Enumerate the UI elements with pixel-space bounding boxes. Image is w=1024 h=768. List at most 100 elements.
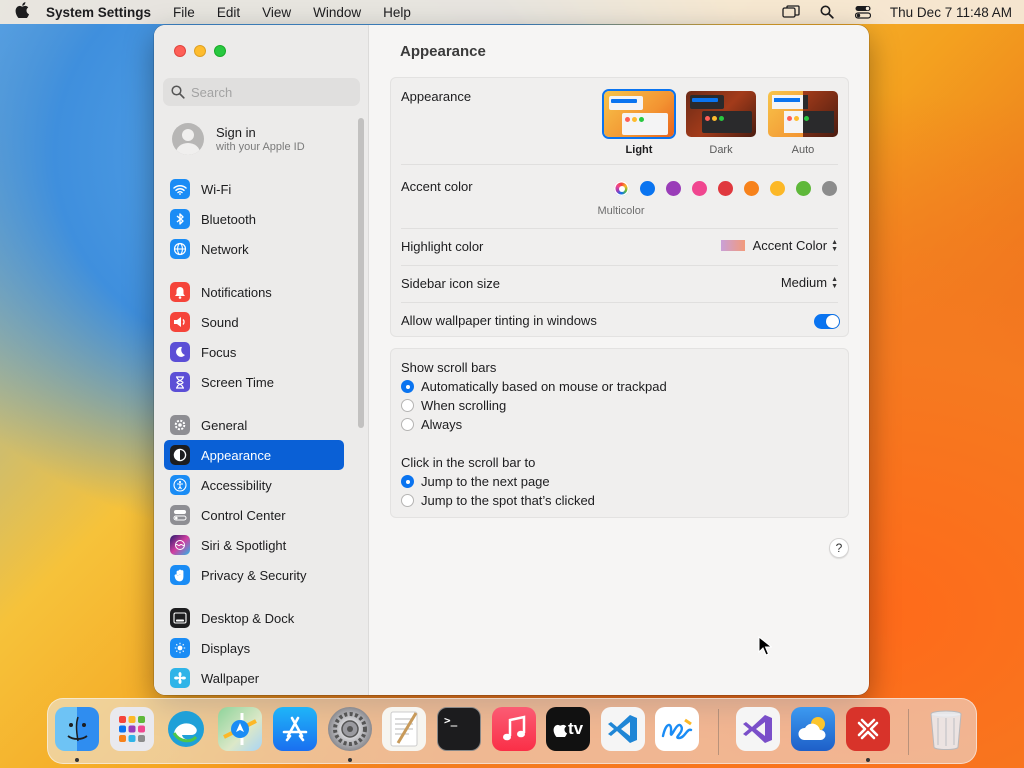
signin-title: Sign in: [216, 125, 256, 140]
scroll-bars-option-always[interactable]: Always: [401, 417, 462, 432]
weather-icon: [798, 717, 826, 740]
menu-app-name[interactable]: System Settings: [46, 5, 151, 20]
light-thumbnail: [602, 89, 676, 139]
scroll-bars-option-auto[interactable]: Automatically based on mouse or trackpad: [401, 379, 667, 394]
signin-subtitle: with your Apple ID: [216, 141, 305, 153]
dock-app-textedit[interactable]: [382, 707, 426, 751]
dock-app-freeform[interactable]: [655, 707, 699, 751]
spotlight-search-icon[interactable]: [818, 5, 836, 19]
sidebar-item-label: Displays: [201, 640, 251, 656]
search-field[interactable]: [163, 78, 360, 106]
dock-app-music[interactable]: [492, 707, 536, 751]
sidebar-item-general[interactable]: General: [164, 410, 344, 440]
sidebar-item-label: Sound: [201, 314, 239, 330]
dock-app-vscode[interactable]: [601, 707, 645, 751]
highlight-color-select[interactable]: Accent Color ▲ ▼: [720, 238, 838, 253]
dock-app-app-store[interactable]: [273, 707, 317, 751]
sidebar-item-privacy-security[interactable]: Privacy & Security: [164, 560, 344, 590]
chevron-updown-icon: ▲ ▼: [831, 275, 838, 290]
menubar-clock[interactable]: Thu Dec 7 11:48 AM: [890, 5, 1012, 20]
radio-button[interactable]: [401, 475, 414, 488]
divider: [401, 228, 838, 229]
sidebar-item-sound[interactable]: Sound: [164, 307, 344, 337]
bell-icon: [170, 282, 190, 302]
sidebar-icon-size-select[interactable]: Medium ▲ ▼: [781, 275, 838, 290]
menu-view[interactable]: View: [262, 5, 291, 20]
menu-window[interactable]: Window: [313, 5, 361, 20]
sidebar-item-accessibility[interactable]: Accessibility: [164, 470, 344, 500]
sidebar-item-focus[interactable]: Focus: [164, 337, 344, 367]
wallpaper-tinting-toggle[interactable]: [814, 314, 840, 329]
dock-app-weather[interactable]: [791, 707, 835, 751]
dock-app-system-settings[interactable]: [328, 707, 372, 751]
accent-graphite[interactable]: [822, 181, 837, 196]
minimize-button[interactable]: [194, 45, 206, 57]
divider: [401, 265, 838, 266]
running-indicator: [348, 758, 352, 762]
radio-button[interactable]: [401, 380, 414, 393]
dock-app-maps[interactable]: [218, 707, 262, 751]
sidebar-item-control-center[interactable]: Control Center: [164, 500, 344, 530]
radio-button[interactable]: [401, 399, 414, 412]
accent-purple[interactable]: [666, 181, 681, 196]
screen-mirroring-icon[interactable]: [782, 5, 800, 19]
click-scroll-option-spot[interactable]: Jump to the spot that’s clicked: [401, 493, 595, 508]
accent-red[interactable]: [718, 181, 733, 196]
accessibility-icon: [170, 475, 190, 495]
accent-multicolor[interactable]: [614, 181, 629, 196]
visual-studio-icon: [743, 715, 772, 743]
dock-app-trash[interactable]: [924, 707, 968, 751]
accent-orange[interactable]: [744, 181, 759, 196]
radio-button[interactable]: [401, 494, 414, 507]
sidebar-icon-size-value: Medium: [780, 275, 828, 290]
zoom-button[interactable]: [214, 45, 226, 57]
dock-app-edge[interactable]: [164, 707, 208, 751]
close-button[interactable]: [174, 45, 186, 57]
apple-menu-icon[interactable]: [12, 2, 32, 22]
menu-help[interactable]: Help: [383, 5, 411, 20]
accent-selected-label: Multicolor: [597, 205, 645, 217]
sidebar-item-network[interactable]: Network: [164, 234, 344, 264]
sidebar-scrollbar[interactable]: [358, 118, 364, 428]
sidebar-item-screen-time[interactable]: Screen Time: [164, 367, 344, 397]
sidebar-item-displays[interactable]: Displays: [164, 633, 344, 663]
accent-pink[interactable]: [692, 181, 707, 196]
accent-yellow[interactable]: [770, 181, 785, 196]
display-icon: [170, 638, 190, 658]
sidebar-item-desktop-dock[interactable]: Desktop & Dock: [164, 603, 344, 633]
divider: [401, 164, 838, 165]
sidebar-item-label: Notifications: [201, 284, 272, 300]
sidebar-item-siri-spotlight[interactable]: Siri & Spotlight: [164, 530, 344, 560]
dock-app-launchpad[interactable]: [110, 707, 154, 751]
tv-icon: [553, 724, 567, 737]
search-icon: [171, 85, 185, 99]
accent-blue[interactable]: [640, 181, 655, 196]
radio-button[interactable]: [401, 418, 414, 431]
sidebar-item-bluetooth[interactable]: Bluetooth: [164, 204, 344, 234]
siri-icon: [170, 535, 190, 555]
accent-green[interactable]: [796, 181, 811, 196]
search-input[interactable]: [191, 84, 351, 100]
menu-file[interactable]: File: [173, 5, 195, 20]
sidebar-item-label: Accessibility: [201, 477, 272, 493]
sidebar-item-wifi[interactable]: Wi-Fi: [164, 174, 344, 204]
control-center-icon[interactable]: [854, 5, 872, 19]
dock-app-apple-tv[interactable]: tv: [546, 707, 590, 751]
apple-id-signin[interactable]: Sign in with your Apple ID: [172, 123, 305, 155]
menu-edit[interactable]: Edit: [217, 5, 240, 20]
sidebar-item-notifications[interactable]: Notifications: [164, 277, 344, 307]
sidebar-item-label: General: [201, 417, 248, 433]
sidebar-item-appearance[interactable]: Appearance: [164, 440, 344, 470]
click-scroll-option-next-page[interactable]: Jump to the next page: [401, 474, 550, 489]
dock-app-visual-studio[interactable]: [736, 707, 780, 751]
dock-app-remote-desktop[interactable]: [846, 707, 890, 751]
dock-app-terminal[interactable]: >_: [437, 707, 481, 751]
dock-app-finder[interactable]: [55, 707, 99, 751]
page-title: Appearance: [400, 43, 486, 60]
mouse-cursor-icon: [758, 636, 772, 656]
sidebar-item-wallpaper[interactable]: Wallpaper: [164, 663, 344, 693]
scroll-bars-option-scrolling[interactable]: When scrolling: [401, 398, 506, 413]
auto-label: Auto: [791, 144, 815, 156]
help-button[interactable]: ?: [829, 538, 849, 558]
music-icon: [503, 715, 526, 741]
